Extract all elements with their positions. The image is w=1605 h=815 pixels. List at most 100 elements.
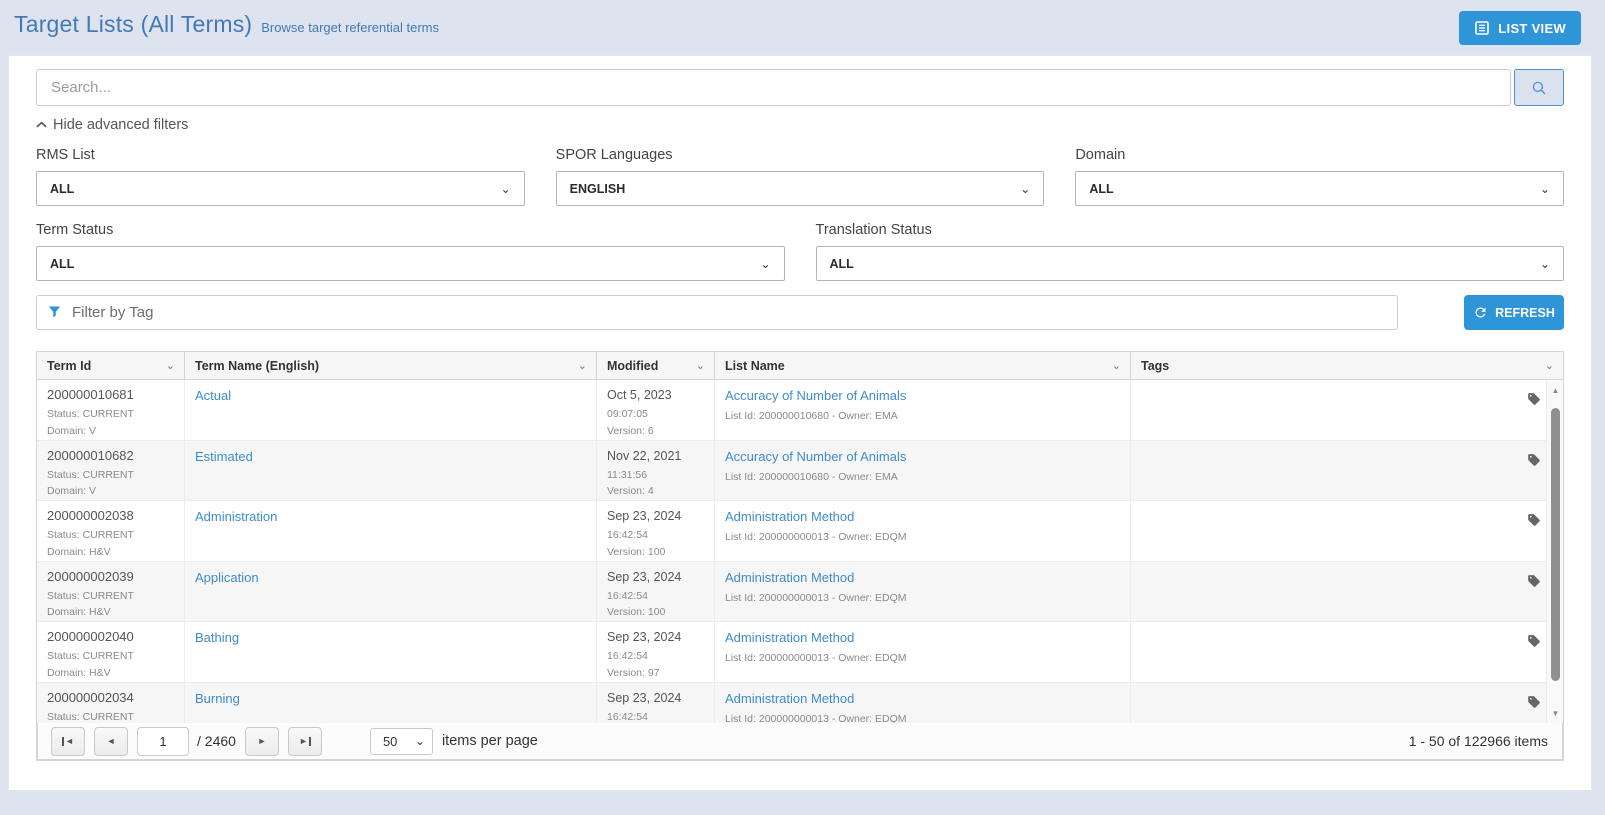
- table-row[interactable]: 200000002034 Status: CURRENT Domain: H&V…: [37, 683, 1563, 724]
- term-name-cell: Application: [185, 562, 597, 622]
- term-id: 200000002038: [47, 508, 174, 524]
- filter-funnel-icon: [47, 304, 62, 319]
- hide-advanced-filters-toggle[interactable]: Hide advanced filters: [36, 117, 188, 133]
- list-name-link[interactable]: Accuracy of Number of Animals: [725, 449, 906, 464]
- list-name-link[interactable]: Administration Method: [725, 691, 854, 706]
- term-status: Status: CURRENT: [47, 467, 174, 484]
- list-info: List Id: 200000010680 - Owner: EMA: [725, 469, 1120, 486]
- page-size-value: 50: [383, 734, 397, 749]
- last-page-button[interactable]: ►: [288, 727, 322, 756]
- column-header-tags[interactable]: Tags ⌄: [1131, 352, 1563, 379]
- vertical-scrollbar[interactable]: ▲ ▼: [1546, 380, 1563, 723]
- translation-status-label: Translation Status: [816, 222, 1565, 238]
- list-view-button[interactable]: LIST VIEW: [1459, 11, 1581, 45]
- filter-row-1: RMS List ALL ⌄ SPOR Languages ENGLISH ⌄ …: [36, 147, 1564, 206]
- list-name-link[interactable]: Administration Method: [725, 509, 854, 524]
- hide-advanced-filters-label: Hide advanced filters: [53, 117, 188, 133]
- tags-cell: [1131, 441, 1563, 501]
- next-page-button[interactable]: ►: [245, 727, 279, 756]
- search-button[interactable]: [1514, 69, 1564, 106]
- column-header-list-name[interactable]: List Name ⌄: [715, 352, 1131, 379]
- spor-languages-select[interactable]: ENGLISH ⌄: [556, 171, 1045, 206]
- term-id-cell: 200000002039 Status: CURRENT Domain: H&V: [37, 562, 185, 622]
- chevron-down-icon[interactable]: ⌄: [1112, 359, 1121, 372]
- domain-select[interactable]: ALL ⌄: [1075, 171, 1564, 206]
- chevron-down-icon: ⌄: [1540, 258, 1550, 270]
- modified-date: Sep 23, 2024: [607, 508, 704, 524]
- refresh-icon: [1473, 305, 1488, 320]
- term-name-link[interactable]: Actual: [195, 388, 231, 403]
- table-row[interactable]: 200000002038 Status: CURRENT Domain: H&V…: [37, 501, 1563, 562]
- translation-status-field: Translation Status ALL ⌄: [816, 222, 1565, 281]
- list-info: List Id: 200000010680 - Owner: EMA: [725, 408, 1120, 425]
- prev-page-button[interactable]: ◄: [94, 727, 128, 756]
- list-name-link[interactable]: Accuracy of Number of Animals: [725, 388, 906, 403]
- term-status: Status: CURRENT: [47, 527, 174, 544]
- tag-icon[interactable]: [1527, 453, 1541, 467]
- table-row[interactable]: 200000010681 Status: CURRENT Domain: V A…: [37, 380, 1563, 441]
- table-body: 200000010681 Status: CURRENT Domain: V A…: [37, 380, 1563, 723]
- spor-languages-label: SPOR Languages: [556, 147, 1045, 163]
- column-header-term-id[interactable]: Term Id ⌄: [37, 352, 185, 379]
- term-domain: Domain: H&V: [47, 604, 174, 621]
- term-name-link[interactable]: Application: [195, 570, 259, 585]
- term-name-link[interactable]: Burning: [195, 691, 240, 706]
- rms-list-value: ALL: [50, 182, 74, 196]
- page-size-select[interactable]: 50 ⌄: [370, 728, 433, 755]
- chevron-down-icon[interactable]: ⌄: [578, 359, 587, 372]
- column-label: Tags: [1141, 359, 1169, 373]
- tag-icon[interactable]: [1527, 574, 1541, 588]
- tag-icon[interactable]: [1527, 695, 1541, 709]
- term-name-link[interactable]: Administration: [195, 509, 277, 524]
- modified-time: 09:07:05: [607, 406, 704, 423]
- rms-list-select[interactable]: ALL ⌄: [36, 171, 525, 206]
- tag-icon[interactable]: [1527, 392, 1541, 406]
- refresh-button[interactable]: REFRESH: [1464, 295, 1564, 330]
- terms-table: Term Id ⌄ Term Name (English) ⌄ Modified…: [36, 351, 1564, 761]
- list-info: List Id: 200000000013 - Owner: EDQM: [725, 590, 1120, 607]
- column-header-modified[interactable]: Modified ⌄: [597, 352, 715, 379]
- list-name-link[interactable]: Administration Method: [725, 570, 854, 585]
- term-status-select[interactable]: ALL ⌄: [36, 246, 785, 281]
- table-row[interactable]: 200000002039 Status: CURRENT Domain: H&V…: [37, 562, 1563, 623]
- scroll-down-icon[interactable]: ▼: [1547, 709, 1563, 718]
- list-name-cell: Administration Method List Id: 200000000…: [715, 501, 1131, 561]
- list-name-link[interactable]: Administration Method: [725, 630, 854, 645]
- content-card: Hide advanced filters RMS List ALL ⌄ SPO…: [8, 55, 1592, 791]
- term-status: Status: CURRENT: [47, 648, 174, 665]
- tags-cell: [1131, 501, 1563, 561]
- term-domain: Domain: V: [47, 483, 174, 500]
- column-header-term-name[interactable]: Term Name (English) ⌄: [185, 352, 597, 379]
- term-name-cell: Estimated: [185, 441, 597, 501]
- search-input[interactable]: [36, 69, 1511, 106]
- list-view-label: LIST VIEW: [1498, 21, 1566, 36]
- chevron-down-icon[interactable]: ⌄: [166, 359, 175, 372]
- table-rows: 200000010681 Status: CURRENT Domain: V A…: [37, 380, 1563, 723]
- translation-status-select[interactable]: ALL ⌄: [816, 246, 1565, 281]
- modified-time: 16:42:54: [607, 709, 704, 723]
- table-row[interactable]: 200000002040 Status: CURRENT Domain: H&V…: [37, 622, 1563, 683]
- page-number-input[interactable]: [137, 727, 189, 756]
- list-info: List Id: 200000000013 - Owner: EDQM: [725, 650, 1120, 667]
- chevron-down-icon[interactable]: ⌄: [1545, 359, 1554, 372]
- scroll-up-icon[interactable]: ▲: [1547, 386, 1563, 395]
- table-row[interactable]: 200000010682 Status: CURRENT Domain: V E…: [37, 441, 1563, 502]
- rms-list-field: RMS List ALL ⌄: [36, 147, 525, 206]
- tag-icon[interactable]: [1527, 634, 1541, 648]
- first-page-button[interactable]: ◄: [51, 727, 85, 756]
- term-id: 200000002034: [47, 690, 174, 706]
- tag-icon[interactable]: [1527, 513, 1541, 527]
- term-domain: Domain: H&V: [47, 544, 174, 561]
- version: Version: 97: [607, 665, 704, 682]
- term-name-link[interactable]: Estimated: [195, 449, 253, 464]
- modified-cell: Oct 5, 2023 09:07:05 Version: 6: [597, 380, 715, 440]
- term-name-link[interactable]: Bathing: [195, 630, 239, 645]
- version: Version: 4: [607, 483, 704, 500]
- tag-filter-input[interactable]: [36, 295, 1398, 330]
- term-id-cell: 200000002038 Status: CURRENT Domain: H&V: [37, 501, 185, 561]
- modified-time: 16:42:54: [607, 527, 704, 544]
- scrollbar-thumb[interactable]: [1551, 408, 1560, 681]
- tags-cell: [1131, 683, 1563, 724]
- chevron-down-icon[interactable]: ⌄: [696, 359, 705, 372]
- page-title: Target Lists (All Terms): [14, 11, 252, 38]
